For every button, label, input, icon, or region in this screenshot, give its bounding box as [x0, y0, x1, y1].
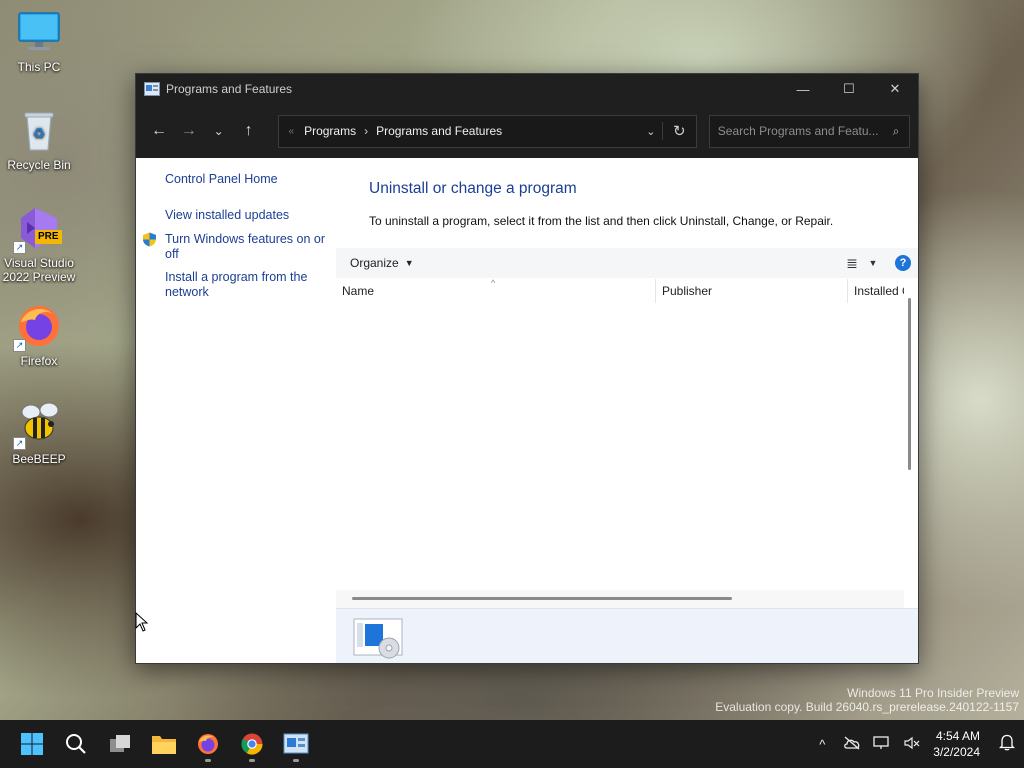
view-options-dropdown[interactable]: ▼ — [863, 258, 883, 268]
svg-text:♻: ♻ — [33, 126, 46, 142]
up-button[interactable]: ↑ — [234, 116, 264, 146]
program-installer-icon — [353, 618, 405, 660]
desktop-icon-recycle-bin[interactable]: ♻ Recycle Bin — [0, 106, 78, 172]
programs-and-features-window: Programs and Features — ☐ ✕ ← → ⌄ ↑ « Pr… — [135, 73, 919, 664]
firefox-icon: ↗ — [13, 302, 63, 352]
firefox-icon — [198, 734, 218, 754]
desktop-icon-firefox[interactable]: ↗ Firefox — [0, 302, 78, 368]
address-dropdown-button[interactable]: ⌄ — [640, 125, 662, 138]
task-view-icon — [110, 735, 130, 752]
monitor-icon — [15, 8, 63, 56]
breadcrumb-programs-and-features[interactable]: Programs and Features — [376, 124, 502, 138]
notification-bell-icon[interactable] — [990, 733, 1024, 755]
control-panel-icon — [144, 82, 160, 96]
navigation-bar: ← → ⌄ ↑ « Programs › Programs and Featur… — [136, 104, 918, 158]
evaluation-watermark: Windows 11 Pro Insider Preview Evaluatio… — [715, 686, 1019, 714]
search-box[interactable]: ⌕ — [708, 114, 910, 148]
address-bar[interactable]: « Programs › Programs and Features ⌄ ↻ — [277, 114, 697, 148]
organize-label: Organize — [350, 256, 399, 270]
running-indicator — [293, 759, 299, 762]
control-panel-taskbar-button[interactable] — [274, 722, 318, 766]
shortcut-arrow-icon: ↗ — [13, 339, 26, 352]
desktop-icon-visual-studio[interactable]: PRE ↗ Visual Studio 2022 Preview — [0, 204, 78, 284]
main-pane: Uninstall or change a program To uninsta… — [336, 158, 918, 663]
control-panel-icon — [283, 733, 309, 754]
details-pane — [336, 608, 918, 663]
desktop-icon-this-pc[interactable]: This PC — [0, 8, 78, 74]
page-title: Uninstall or change a program — [369, 180, 577, 197]
breadcrumb-separator: › — [364, 124, 369, 138]
shortcut-arrow-icon: ↗ — [13, 437, 26, 450]
chrome-taskbar-button[interactable] — [230, 722, 274, 766]
onedrive-offline-icon[interactable] — [837, 736, 867, 753]
search-icon[interactable]: ⌕ — [883, 124, 909, 139]
system-tray: ^ 4:54 AM 3/2/2024 — [807, 728, 1024, 760]
window-body: Control Panel Home View installed update… — [136, 158, 918, 663]
folder-icon — [152, 736, 176, 754]
preview-badge: PRE — [35, 230, 62, 244]
clock-time: 4:54 AM — [935, 729, 980, 743]
install-from-network-link[interactable]: Install a program from the network — [165, 270, 336, 300]
vertical-scrollbar[interactable] — [908, 298, 911, 470]
desktop-icon-label: BeeBEEP — [12, 452, 66, 466]
organize-button[interactable]: Organize ▼ — [350, 256, 414, 270]
view-installed-updates-link[interactable]: View installed updates — [165, 208, 336, 223]
view-details-icon[interactable]: ≣ — [841, 255, 863, 272]
control-panel-home-link[interactable]: Control Panel Home — [165, 172, 336, 187]
minimize-button[interactable]: — — [780, 74, 826, 104]
close-button[interactable]: ✕ — [872, 74, 918, 104]
forward-button[interactable]: → — [174, 116, 204, 146]
bee-icon: ↗ — [13, 400, 63, 450]
title-bar[interactable]: Programs and Features — ☐ ✕ — [136, 74, 918, 104]
taskbar: ^ 4:54 AM 3/2/2024 — [0, 720, 1024, 768]
shield-icon — [142, 232, 157, 247]
program-list[interactable] — [336, 303, 904, 591]
file-explorer-button[interactable] — [142, 722, 186, 766]
shortcut-arrow-icon: ↗ — [13, 241, 26, 254]
desktop-icon-label: Recycle Bin — [7, 158, 71, 172]
running-indicator — [205, 759, 211, 762]
running-indicator — [249, 759, 255, 762]
desktop-icon-beebeep[interactable]: ↗ BeeBEEP — [0, 400, 78, 466]
search-icon — [66, 734, 86, 754]
start-button[interactable] — [10, 722, 54, 766]
firefox-taskbar-button[interactable] — [186, 722, 230, 766]
desktop-icon-label: Firefox — [20, 354, 58, 368]
recycle-bin-icon: ♻ — [15, 106, 63, 154]
desktop-icon-label: Visual Studio 2022 Preview — [2, 256, 76, 284]
windows-features-item: Turn Windows features on or off — [143, 232, 336, 262]
window-title: Programs and Features — [166, 82, 293, 96]
network-icon[interactable] — [867, 735, 897, 753]
chevron-down-icon: ▼ — [404, 258, 414, 268]
maximize-button[interactable]: ☐ — [826, 74, 872, 104]
left-pane: Control Panel Home View installed update… — [136, 158, 336, 663]
column-header-publisher[interactable]: Publisher — [656, 279, 848, 303]
recent-locations-button[interactable]: ⌄ — [204, 116, 234, 146]
command-toolbar: Organize ▼ ≣ ▼ ? — [336, 248, 918, 278]
visual-studio-icon: PRE ↗ — [13, 204, 63, 254]
page-description: To uninstall a program, select it from t… — [369, 214, 834, 228]
volume-muted-icon[interactable] — [897, 736, 927, 753]
show-hidden-icons-button[interactable]: ^ — [807, 737, 837, 752]
refresh-button[interactable]: ↻ — [661, 122, 696, 140]
horizontal-scrollbar[interactable] — [352, 597, 732, 600]
sort-ascending-icon: ^ — [491, 279, 496, 288]
turn-windows-features-link[interactable]: Turn Windows features on or off — [165, 232, 336, 262]
search-taskbar-button[interactable] — [54, 722, 98, 766]
search-input[interactable] — [717, 124, 883, 138]
breadcrumb-overflow[interactable]: « — [289, 126, 295, 137]
column-header-name[interactable]: Name ^ — [336, 279, 656, 303]
back-button[interactable]: ← — [144, 116, 174, 146]
help-icon[interactable]: ? — [895, 255, 911, 271]
task-view-button[interactable] — [98, 722, 142, 766]
column-header-installed-on[interactable]: Installed On — [848, 279, 904, 303]
column-headers: Name ^ Publisher Installed On — [336, 279, 904, 303]
windows-logo-icon — [21, 733, 43, 755]
breadcrumb-programs[interactable]: Programs — [304, 124, 356, 138]
mouse-cursor-icon — [135, 612, 149, 632]
clock[interactable]: 4:54 AM 3/2/2024 — [933, 728, 980, 760]
clock-date: 3/2/2024 — [933, 745, 980, 759]
chrome-icon — [241, 733, 263, 755]
desktop-icon-label: This PC — [17, 60, 61, 74]
